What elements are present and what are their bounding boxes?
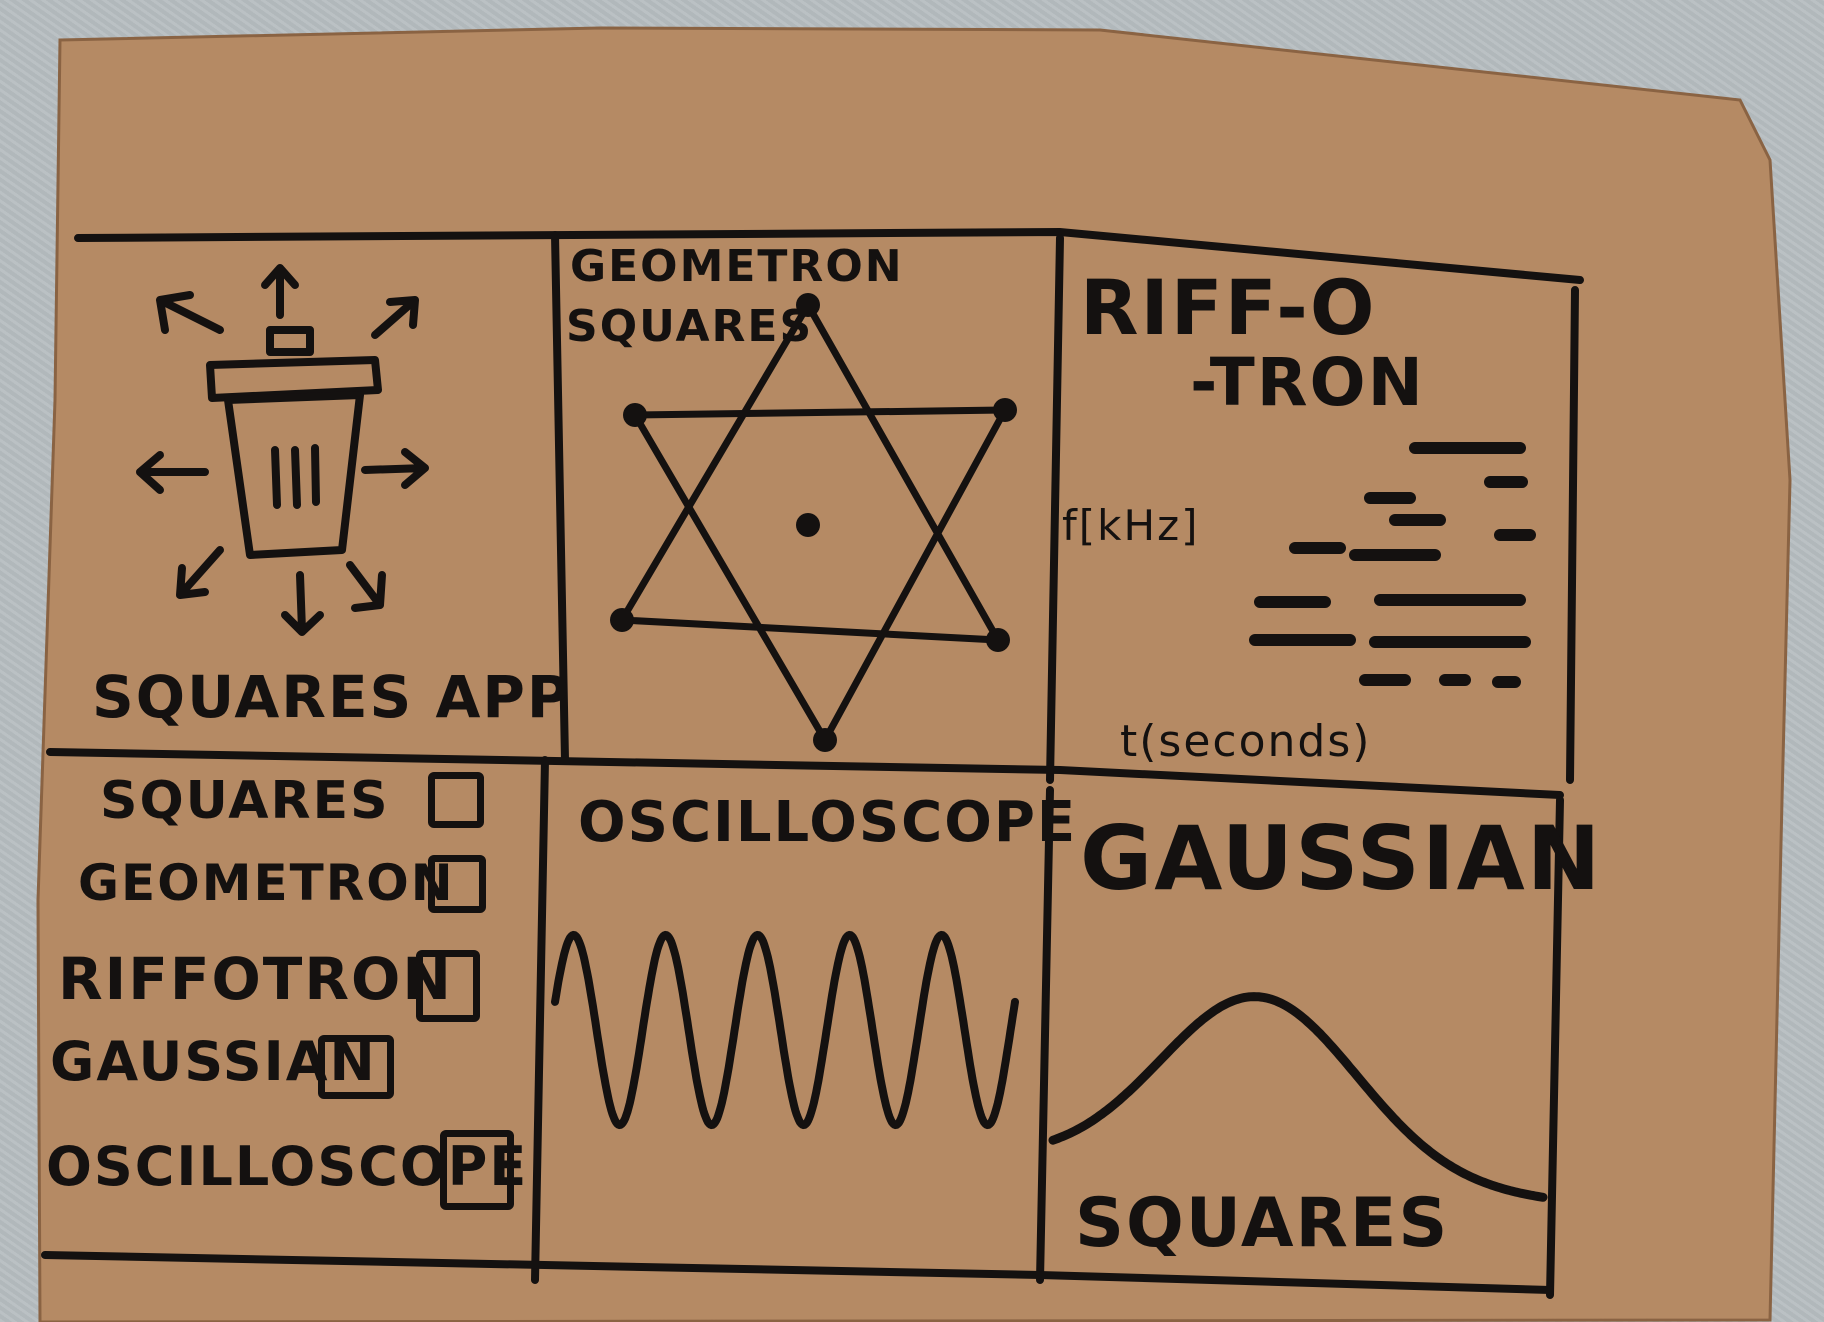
arrow-down-left-icon	[176, 546, 224, 599]
star-vertex	[796, 513, 820, 537]
squares-app-title: SQUARES APP	[92, 663, 572, 731]
checkbox-oscilloscope[interactable]	[440, 1130, 514, 1210]
riffotron-y-label: f[kHz]	[1062, 501, 1200, 550]
gaussian-x-label: SQUARES	[1075, 1184, 1450, 1263]
arrow-left-icon	[136, 451, 209, 494]
star-vertex	[796, 293, 820, 317]
star-triangle-down	[628, 406, 1011, 748]
option-label-geometron: GEOMETRON	[78, 854, 455, 912]
option-label-riffotron: RIFFOTRON	[58, 945, 453, 1013]
checkbox-gaussian[interactable]	[318, 1035, 394, 1099]
trash-lines	[271, 444, 320, 509]
geometron-star-drawing[interactable]	[590, 280, 1030, 760]
checkbox-riffotron[interactable]	[416, 950, 480, 1022]
star-vertex	[623, 403, 647, 427]
star-vertex	[610, 608, 634, 632]
checkbox-geometron[interactable]	[428, 855, 486, 913]
arrow-down-right-icon	[346, 561, 386, 612]
star-triangle-up	[616, 298, 1005, 644]
gaussian-title: GAUSSIAN	[1080, 807, 1603, 910]
grid-line	[1566, 286, 1579, 784]
star-vertex	[986, 628, 1010, 652]
arrow-right-icon	[361, 448, 429, 489]
checkbox-squares[interactable]	[428, 772, 484, 828]
arrow-up-right-icon	[371, 296, 419, 339]
arrow-down-icon	[281, 571, 324, 636]
star-vertex	[813, 728, 837, 752]
oscilloscope-wave	[551, 930, 1019, 1130]
oscilloscope-title: OSCILLOSCOPE	[578, 790, 1078, 855]
riffotron-subtitle: -TRON	[1190, 344, 1425, 421]
oscilloscope-display[interactable]	[545, 900, 1050, 1160]
gaussian-plot[interactable]	[1048, 950, 1558, 1210]
riffotron-x-label: t(seconds)	[1120, 716, 1372, 767]
option-label-squares: SQUARES	[100, 771, 390, 831]
trash-can-explode-icon[interactable]	[120, 250, 450, 650]
star-vertex	[993, 398, 1017, 422]
arrow-up-icon	[261, 264, 299, 319]
riffotron-title: RIFF-O	[1080, 263, 1377, 352]
trash-lid-handle	[266, 326, 314, 356]
arrow-up-left-icon	[156, 291, 224, 334]
gaussian-curve	[1048, 992, 1548, 1202]
riffotron-note-roll[interactable]	[1240, 430, 1560, 700]
